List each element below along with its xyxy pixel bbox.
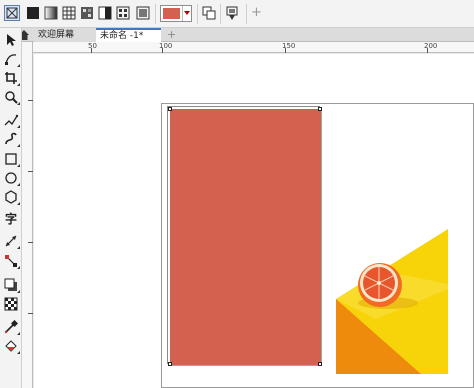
copy-fill-icon: [202, 6, 216, 20]
crop-tool[interactable]: [4, 71, 20, 86]
document-tabs: 欢迎屏幕 未命名 -1* +: [16, 28, 474, 42]
horizontal-ruler[interactable]: 50 100 150 200: [33, 42, 474, 53]
interactive-fill-tool[interactable]: [4, 339, 20, 354]
polygon-tool[interactable]: [4, 190, 20, 205]
ruler-label: 150: [282, 42, 296, 50]
connector-tool[interactable]: [4, 254, 20, 269]
no-fill-icon: [6, 7, 18, 19]
connector-icon: [5, 255, 17, 267]
ruler-tick: [285, 48, 286, 53]
pointer-icon: [7, 34, 16, 46]
text-icon: 字: [5, 211, 17, 226]
selection-handle[interactable]: [168, 362, 172, 366]
freehand-icon: [4, 114, 19, 126]
fountain-fill-button[interactable]: [43, 5, 59, 21]
transparency-tool[interactable]: [4, 297, 18, 311]
eyedropper-tool[interactable]: [4, 319, 20, 335]
artistic-media-tool[interactable]: [4, 132, 20, 147]
copy-fill-button[interactable]: [201, 5, 217, 21]
toolbar-separator: [246, 4, 247, 24]
fill-bucket-icon: [5, 340, 17, 352]
add-button[interactable]: +: [251, 5, 262, 21]
ruler-tick: [28, 313, 33, 314]
ellipse-icon: [5, 172, 17, 184]
uniform-fill-button[interactable]: [25, 5, 41, 21]
zoom-icon: [5, 91, 18, 104]
ruler-tick: [28, 242, 33, 243]
drawing-canvas[interactable]: [34, 54, 474, 388]
rectangle-tool[interactable]: [4, 152, 20, 167]
property-bar: +: [0, 0, 474, 28]
selection-handle[interactable]: [318, 107, 322, 111]
dimension-icon: [5, 235, 17, 247]
toolbar-separator: [197, 4, 198, 24]
artistic-media-icon: [5, 132, 17, 145]
zoom-tool[interactable]: [4, 90, 20, 105]
fill-settings-icon: [226, 6, 238, 20]
drop-shadow-icon: [4, 278, 17, 291]
dimension-tool[interactable]: [4, 234, 20, 249]
svg-text:字: 字: [5, 211, 17, 225]
ruler-tick: [28, 171, 33, 172]
vertical-ruler[interactable]: [22, 42, 33, 388]
fill-color-swatch: [163, 8, 180, 19]
uniform-fill-icon: [27, 7, 39, 19]
toolbox: 字: [0, 28, 22, 388]
fill-color-picker[interactable]: [160, 5, 192, 22]
vector-pattern-icon: [62, 6, 76, 20]
orange-fruit-photo[interactable]: [336, 229, 448, 374]
polygon-icon: [5, 190, 17, 204]
transparency-icon: [4, 297, 18, 311]
rectangle-icon: [5, 153, 17, 165]
ruler-label: 100: [159, 42, 173, 50]
pick-tool[interactable]: [4, 33, 18, 47]
selected-rectangle[interactable]: [170, 109, 321, 365]
selection-handle[interactable]: [168, 107, 172, 111]
no-fill-button[interactable]: [4, 5, 20, 21]
add-tab-button[interactable]: +: [165, 28, 179, 42]
postscript-fill-icon: [136, 6, 150, 20]
two-color-pattern-icon: [98, 6, 112, 20]
tab-document[interactable]: 未命名 -1*: [96, 28, 161, 42]
fountain-fill-icon: [44, 6, 58, 20]
ellipse-tool[interactable]: [4, 171, 20, 186]
toolbar-separator: [155, 4, 156, 24]
shape-edit-icon: [5, 54, 17, 65]
eyedropper-icon: [4, 319, 19, 334]
bitmap-pattern-icon: [81, 7, 93, 19]
ruler-tick: [28, 100, 33, 101]
ruler-tick: [91, 48, 92, 53]
fruit-center: [377, 281, 381, 285]
drop-shadow-tool[interactable]: [4, 278, 20, 293]
ruler-label: 200: [424, 42, 438, 50]
ruler-tick: [427, 48, 428, 53]
texture-fill-icon: [116, 6, 130, 20]
selection-handle[interactable]: [318, 362, 322, 366]
text-tool[interactable]: 字: [4, 211, 18, 226]
picker-divider: [182, 6, 183, 21]
tab-welcome[interactable]: 欢迎屏幕: [34, 28, 96, 42]
fill-settings-button[interactable]: [224, 5, 240, 21]
postscript-fill-button[interactable]: [135, 5, 151, 21]
texture-fill-button[interactable]: [115, 5, 131, 21]
toolbar-separator: [220, 4, 221, 24]
chevron-down-icon: [184, 11, 190, 15]
crop-icon: [5, 72, 17, 84]
ruler-tick: [162, 48, 163, 53]
shape-tool[interactable]: [4, 52, 20, 67]
freehand-tool[interactable]: [4, 113, 20, 128]
vector-pattern-fill-button[interactable]: [61, 5, 77, 21]
ruler-label: 50: [88, 42, 97, 50]
two-color-pattern-fill-button[interactable]: [97, 5, 113, 21]
bitmap-pattern-fill-button[interactable]: [79, 5, 95, 21]
